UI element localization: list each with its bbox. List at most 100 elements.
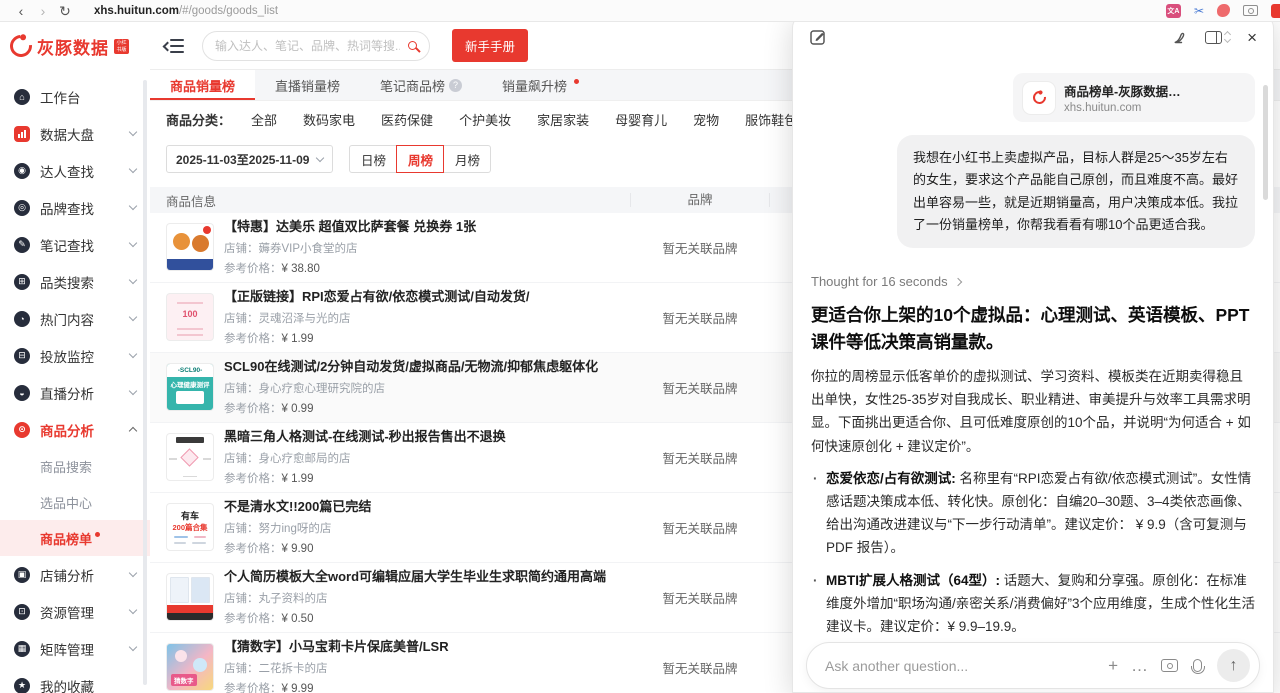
- brand-badge: 小红书版: [114, 39, 129, 54]
- period-daily-button[interactable]: 日榜: [349, 145, 397, 173]
- attach-icon[interactable]: +: [1108, 657, 1118, 674]
- app-logo[interactable]: 灰豚数据 小红书版: [0, 22, 150, 70]
- chat-messages: 商品榜单-灰豚数据… xhs.huitun.com 我想在小红书上卖虚拟产品，目…: [793, 59, 1273, 692]
- brand-cell: 暂无关联品牌: [630, 238, 770, 257]
- global-search[interactable]: [202, 31, 430, 61]
- sidebar: 灰豚数据 小红书版 ⌂ 工作台 数据大盘 ◉ 达人查找 ◎ 品牌查找 ✎ 笔记查…: [0, 22, 150, 693]
- sidebar-item-resource-management[interactable]: ⊡ 资源管理: [0, 593, 150, 630]
- sidebar-item-brand-search[interactable]: ◎ 品牌查找: [0, 189, 150, 226]
- chat-input[interactable]: [825, 658, 1095, 674]
- screenshot-extension-icon[interactable]: [1243, 5, 1258, 16]
- help-icon[interactable]: ?: [449, 79, 462, 92]
- tab-note-product-ranking[interactable]: 笔记商品榜?: [360, 70, 482, 100]
- sidebar-item-live-analysis[interactable]: ◒ 直播分析: [0, 374, 150, 411]
- beginner-manual-button[interactable]: 新手手册: [452, 29, 528, 62]
- star-icon: ★: [14, 678, 30, 693]
- close-icon[interactable]: ×: [1247, 29, 1257, 46]
- category-icon: ⊞: [14, 274, 30, 290]
- search-input[interactable]: [215, 39, 400, 53]
- sidebar-item-hot-content[interactable]: ◔ 热门内容: [0, 300, 150, 337]
- huitun-logo-icon: [1023, 82, 1055, 114]
- sidebar-item-note-search[interactable]: ✎ 笔记查找: [0, 226, 150, 263]
- sidebar-item-workbench[interactable]: ⌂ 工作台: [0, 78, 150, 115]
- back-icon[interactable]: ‹: [10, 1, 32, 21]
- category-health[interactable]: 医药保健: [381, 110, 433, 129]
- sidebar-item-selection-center[interactable]: 选品中心: [0, 484, 150, 520]
- category-beauty[interactable]: 个护美妆: [459, 110, 511, 129]
- product-thumbnail: [166, 573, 214, 621]
- forward-icon[interactable]: ›: [32, 1, 54, 21]
- date-range-select[interactable]: 2025-11-03至2025-11-09: [166, 145, 333, 173]
- sidebar-item-product-analysis[interactable]: ⊙ 商品分析: [0, 411, 150, 448]
- sidebar-item-ad-monitor[interactable]: ⊟ 投放监控: [0, 337, 150, 374]
- category-apparel[interactable]: 服饰鞋包: [745, 110, 797, 129]
- new-chat-icon[interactable]: [809, 28, 827, 46]
- product-thumbnail: 100: [166, 293, 214, 341]
- product-title: 不是清水文!!200篇已完结: [224, 499, 371, 516]
- split-view-icon[interactable]: [1205, 31, 1230, 44]
- period-weekly-button[interactable]: 周榜: [396, 145, 444, 173]
- microphone-icon[interactable]: [1193, 659, 1202, 672]
- address-bar[interactable]: xhs.huitun.com/#/goods/goods_list: [94, 5, 278, 17]
- category-all[interactable]: 全部: [251, 110, 277, 129]
- product-shop: 店铺：二花拆卡的店: [224, 660, 449, 676]
- product-price: 参考价格：¥ 9.99: [224, 680, 449, 693]
- brand-cell: 暂无关联品牌: [630, 378, 770, 397]
- pen-icon[interactable]: [1172, 29, 1188, 45]
- bar-chart-icon: [14, 126, 30, 142]
- notification-dot: [574, 79, 579, 84]
- sidebar-item-product-search[interactable]: 商品搜索: [0, 448, 150, 484]
- shop-icon: ▣: [14, 567, 30, 583]
- edge-extension-icon-partial[interactable]: [1271, 4, 1280, 18]
- category-baby[interactable]: 母婴育儿: [615, 110, 667, 129]
- page-context-card[interactable]: 商品榜单-灰豚数据… xhs.huitun.com: [1013, 73, 1255, 122]
- note-search-icon: ✎: [14, 237, 30, 253]
- sidebar-item-shop-analysis[interactable]: ▣ 店铺分析: [0, 556, 150, 593]
- sidebar-scrollbar[interactable]: [143, 80, 147, 685]
- ai-chat-panel: × 商品榜单-灰豚数据… xhs.huitun.com 我想在小红书上卖虚拟产品…: [792, 14, 1274, 693]
- period-monthly-button[interactable]: 月榜: [443, 145, 491, 173]
- product-price: 参考价格：¥ 1.99: [224, 330, 530, 346]
- thought-toggle[interactable]: Thought for 16 seconds: [811, 274, 1255, 289]
- column-product-info: 商品信息: [150, 191, 630, 210]
- user-message: 我想在小红书上卖虚拟产品，目标人群是25～35岁左右的女生，要求这个产品能自己原…: [897, 135, 1255, 248]
- tab-sales-surge-ranking[interactable]: 销量飙升榜: [482, 70, 599, 100]
- category-label: 商品分类：: [166, 110, 231, 129]
- sidebar-item-favorites[interactable]: ★ 我的收藏: [0, 667, 150, 693]
- tab-product-sales-ranking[interactable]: 商品销量榜: [150, 70, 255, 100]
- product-price: 参考价格：¥ 0.99: [224, 400, 598, 416]
- camera-icon[interactable]: [1161, 659, 1178, 672]
- product-title: 【正版链接】RPI恋爱占有欲/依恋模式测试/自动发货/: [224, 289, 530, 306]
- brand-cell: 暂无关联品牌: [630, 588, 770, 607]
- hot-content-icon: ◔: [14, 311, 30, 327]
- sidebar-item-matrix-management[interactable]: ▦ 矩阵管理: [0, 630, 150, 667]
- list-item: 恋爱依恋/占有欲测试: 名称里有“RPI恋爱占有欲/依恋模式测试”。女性情感话题…: [811, 467, 1255, 560]
- chat-scrollbar[interactable]: [1263, 85, 1268, 200]
- sidebar-item-data-dashboard[interactable]: 数据大盘: [0, 115, 150, 152]
- chat-input-bar: + … ↑: [806, 642, 1260, 689]
- category-pets[interactable]: 宠物: [693, 110, 719, 129]
- search-icon[interactable]: [408, 41, 417, 50]
- sidebar-item-influencer-search[interactable]: ◉ 达人查找: [0, 152, 150, 189]
- category-digital[interactable]: 数码家电: [303, 110, 355, 129]
- chevron-down-icon: [129, 606, 137, 614]
- tab-live-sales-ranking[interactable]: 直播销量榜: [255, 70, 360, 100]
- sidebar-item-product-ranking[interactable]: 商品榜单: [0, 520, 150, 556]
- product-price: 参考价格：¥ 38.80: [224, 260, 476, 276]
- reload-icon[interactable]: ↻: [54, 1, 76, 21]
- ai-answer-heading: 更适合你上架的10个虚拟品：心理测试、英语模板、PPT课件等低决策高销量款。: [811, 302, 1255, 355]
- scissors-extension-icon[interactable]: ✂: [1194, 4, 1204, 18]
- product-thumbnail: 猜数字: [166, 643, 214, 691]
- sidebar-item-category-search[interactable]: ⊞ 品类搜索: [0, 263, 150, 300]
- context-title: 商品榜单-灰豚数据…: [1064, 81, 1181, 100]
- record-extension-icon[interactable]: [1217, 4, 1230, 17]
- live-icon: ◒: [14, 385, 30, 401]
- product-shop: 店铺：努力ing呀的店: [224, 520, 371, 536]
- chevron-down-icon: [129, 569, 137, 577]
- translate-extension-icon[interactable]: 文A: [1166, 4, 1181, 18]
- more-options-icon[interactable]: …: [1131, 657, 1148, 674]
- brand-cell: 暂无关联品牌: [630, 518, 770, 537]
- collapse-sidebar-icon[interactable]: [164, 38, 184, 54]
- send-button[interactable]: ↑: [1217, 649, 1250, 682]
- category-home[interactable]: 家居家装: [537, 110, 589, 129]
